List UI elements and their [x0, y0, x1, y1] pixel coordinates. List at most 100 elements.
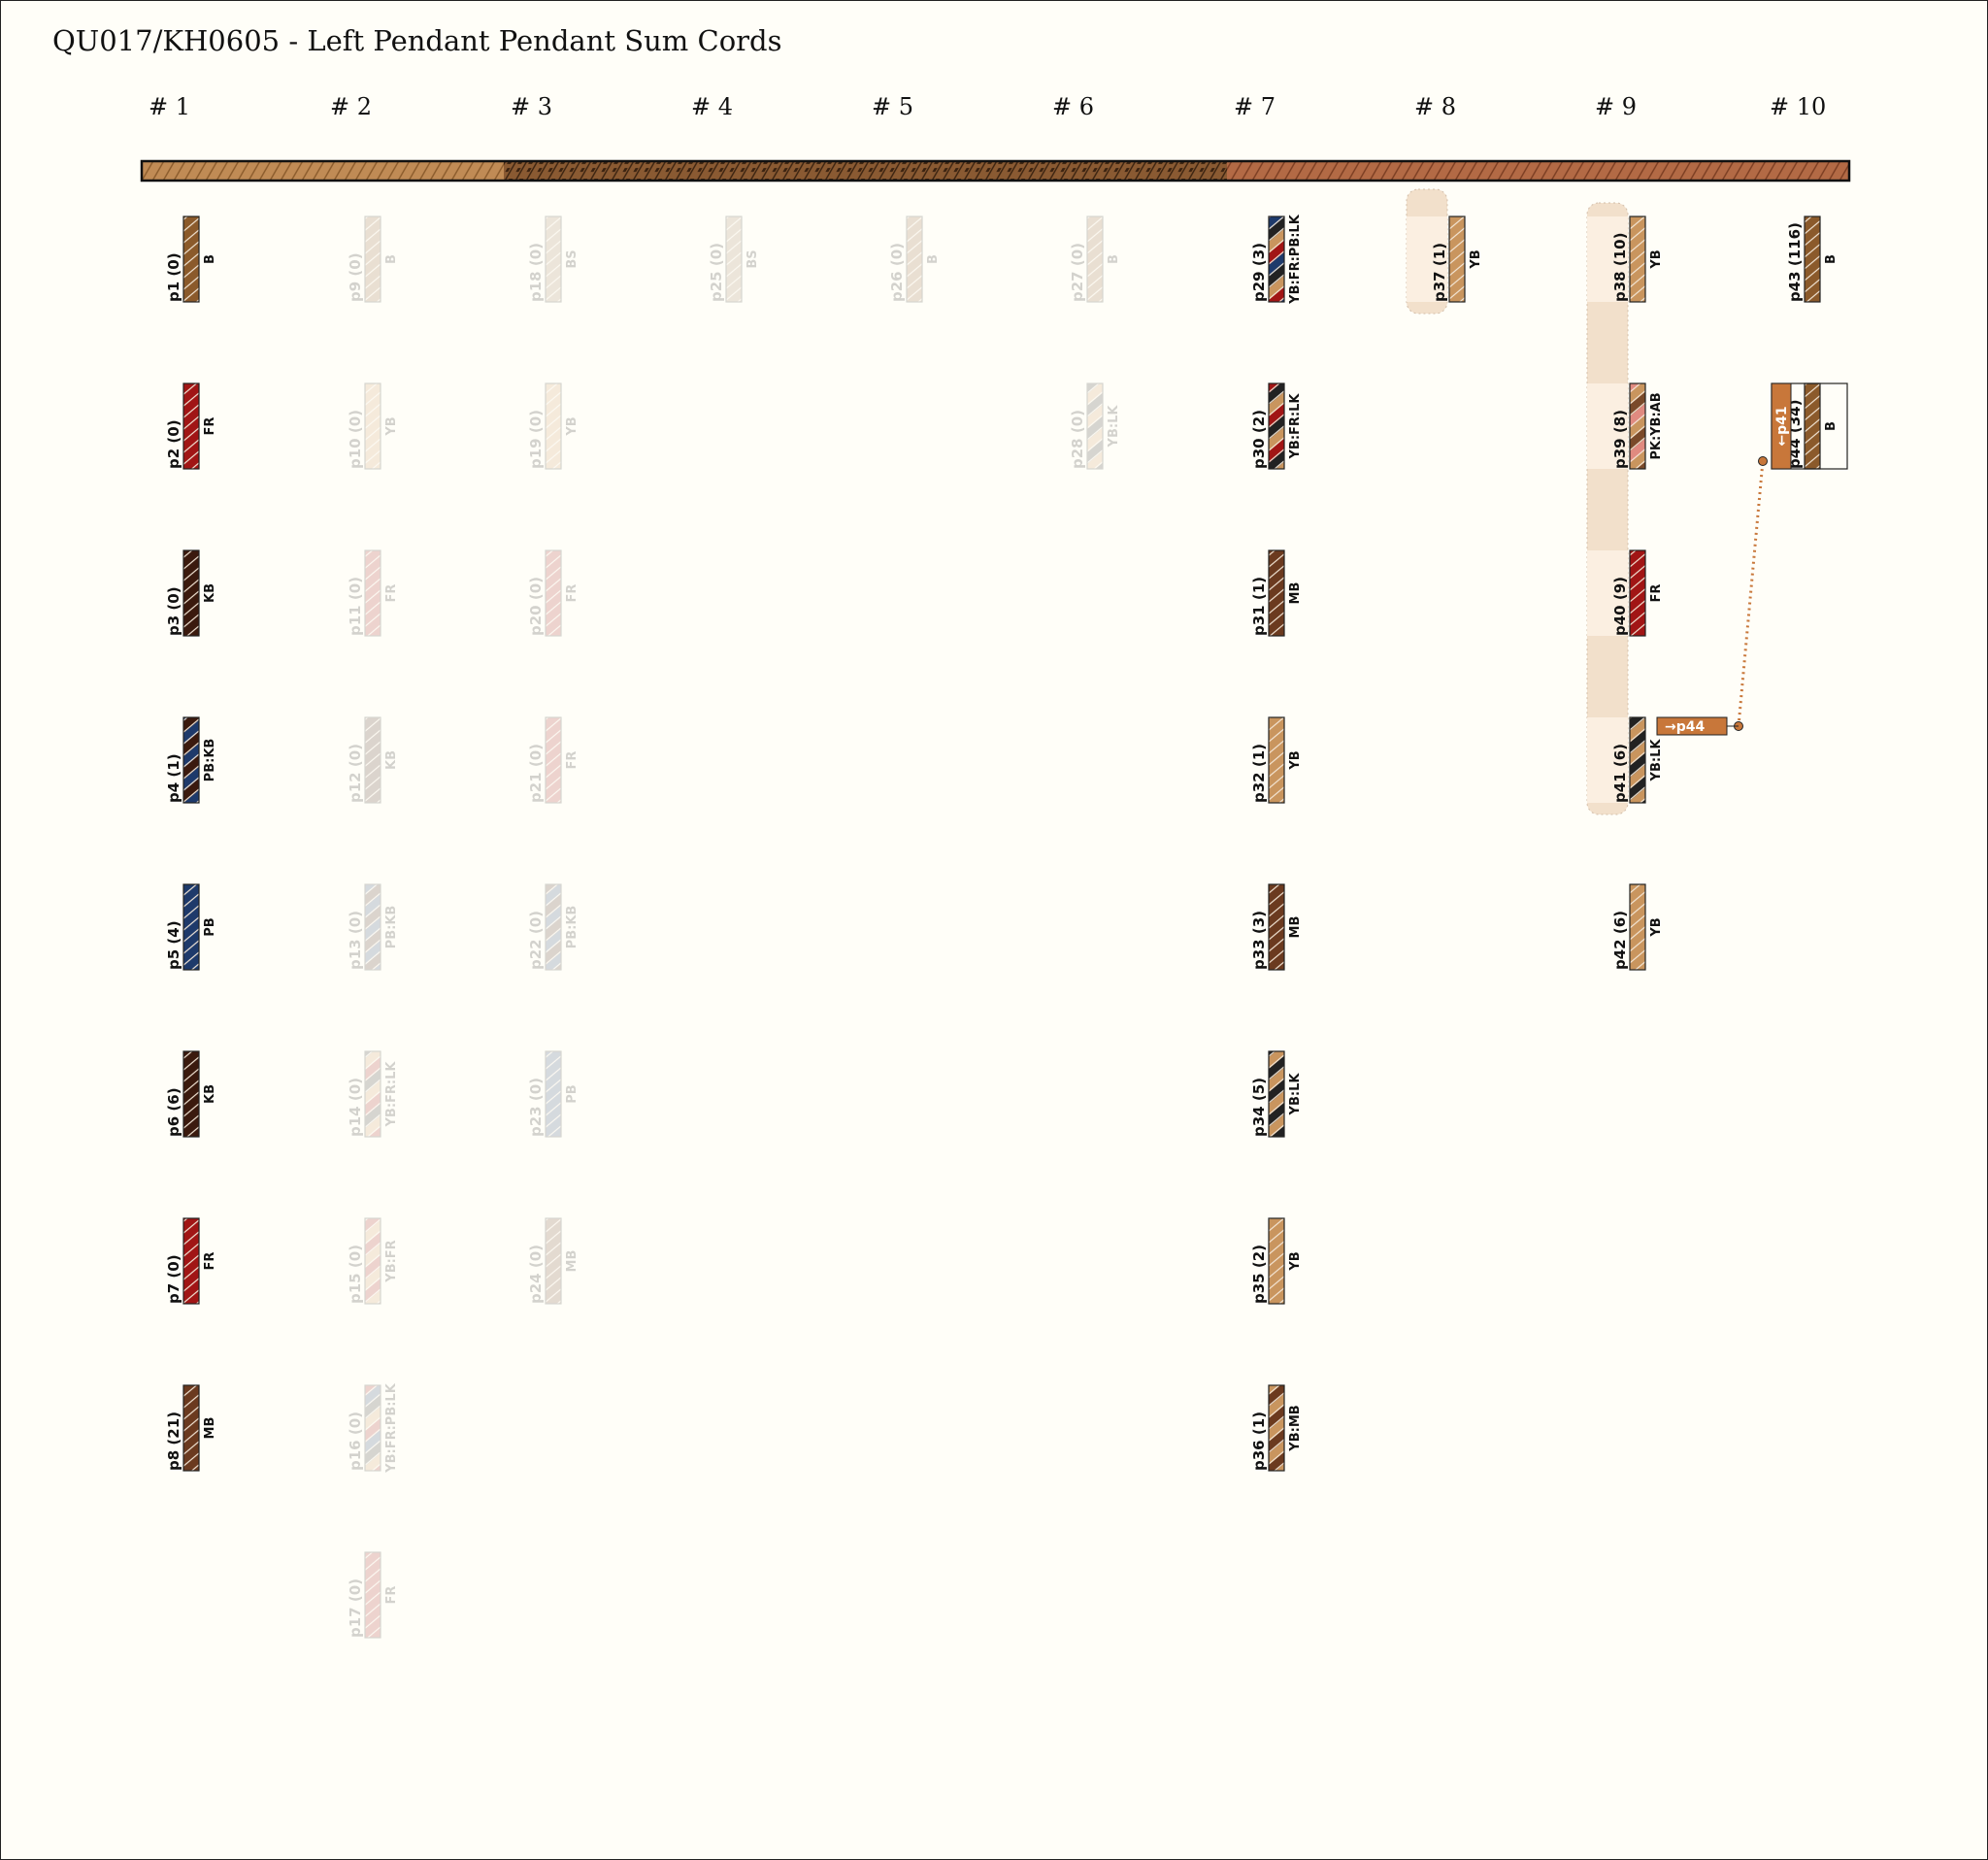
- pendant-cord[interactable]: p18 (0) BS: [527, 216, 580, 303]
- cord-id-label: p10 (0): [347, 410, 364, 469]
- cord-id-label: p38 (10): [1611, 233, 1629, 302]
- sum-links: →p44 ←p41: [1656, 382, 1792, 736]
- pendant-cord[interactable]: p43 (116) B: [1786, 216, 1839, 303]
- cord-color-label: YB:MB: [1288, 1405, 1303, 1451]
- cord-color-label: FR: [384, 1586, 399, 1605]
- cord-color-label: PB:KB: [384, 906, 399, 949]
- cord-swatch: [545, 1050, 562, 1138]
- cord-swatch: [1629, 549, 1646, 637]
- pendant-cord[interactable]: p36 (1) YB:MB: [1250, 1384, 1303, 1472]
- pendant-cord[interactable]: p1 (0) B: [165, 216, 217, 303]
- pendant-cord[interactable]: p44 (34) B: [1786, 382, 1839, 470]
- to-p44-label: →p44: [1665, 719, 1705, 735]
- pendant-cord[interactable]: p13 (0) PB:KB: [347, 883, 399, 971]
- cord-swatch: [1268, 716, 1285, 804]
- cord-swatch: [182, 1384, 200, 1472]
- primary-cord-segment: [142, 161, 504, 181]
- cord-id-label: p14 (0): [347, 1078, 364, 1137]
- pendant-cord[interactable]: p26 (0) B: [888, 216, 941, 303]
- cord-swatch: [364, 1050, 381, 1138]
- pendant-cord[interactable]: p25 (0) BS: [708, 216, 760, 303]
- cord-id-label: p36 (1): [1250, 1412, 1268, 1471]
- pendant-cord[interactable]: p32 (1) YB: [1250, 716, 1303, 804]
- pendant-cord[interactable]: p8 (21) MB: [165, 1384, 217, 1472]
- cord-swatch: [182, 382, 200, 470]
- pendant-cord[interactable]: p20 (0) FR: [527, 549, 580, 637]
- cord-color-label: B: [926, 254, 941, 264]
- cord-id-label: p27 (0): [1069, 243, 1086, 302]
- pendant-cord[interactable]: p2 (0) FR: [165, 382, 217, 470]
- cord-color-label: PB:KB: [565, 906, 580, 949]
- pendant-cord[interactable]: p5 (4) PB: [165, 883, 217, 971]
- pendant-cord[interactable]: p29 (3) YB:FR:PB:LK: [1250, 214, 1303, 305]
- cord-id-label: p40 (9): [1611, 577, 1629, 636]
- pendant-cord[interactable]: p27 (0) B: [1069, 216, 1121, 303]
- cord-swatch: [364, 1551, 381, 1639]
- cord-color-label: MB: [203, 1417, 217, 1440]
- cord-id-label: p17 (0): [347, 1578, 364, 1638]
- cord-color-label: B: [384, 254, 399, 264]
- column-label: # 10: [1770, 93, 1826, 120]
- pendant-cord[interactable]: p34 (5) YB:LK: [1250, 1050, 1303, 1138]
- cord-id-label: p34 (5): [1250, 1078, 1268, 1137]
- pendant-cord[interactable]: p16 (0) YB:FR:PB:LK: [347, 1382, 399, 1474]
- pendant-cord[interactable]: p35 (2) YB: [1250, 1217, 1303, 1305]
- pendant-cord[interactable]: p17 (0) FR: [347, 1551, 399, 1639]
- cord-color-label: FR: [565, 751, 580, 770]
- cord-id-label: p8 (21): [165, 1412, 182, 1471]
- pendant-cord[interactable]: p31 (1) MB: [1250, 549, 1303, 637]
- cord-color-label: YB:LK: [1649, 739, 1664, 782]
- pendant-cord[interactable]: p30 (2) YB:FR:LK: [1250, 382, 1303, 470]
- pendant-cord[interactable]: p21 (0) FR: [527, 716, 580, 804]
- cord-swatch: [1268, 216, 1285, 303]
- pendant-cord[interactable]: p22 (0) PB:KB: [527, 883, 580, 971]
- pendant-cord[interactable]: p33 (3) MB: [1250, 883, 1303, 971]
- cord-color-label: YB:FR:PB:LK: [1288, 214, 1303, 305]
- cord-swatch: [1268, 1217, 1285, 1305]
- cord-color-label: KB: [203, 1084, 217, 1104]
- pendant-cord[interactable]: p42 (6) YB: [1611, 883, 1664, 971]
- cord-id-label: p19 (0): [527, 410, 545, 469]
- pendant-cord[interactable]: p10 (0) YB: [347, 382, 399, 470]
- cord-color-label: FR: [203, 417, 217, 436]
- cord-color-label: FR: [203, 1252, 217, 1271]
- column-label: # 4: [691, 93, 733, 120]
- column-label: # 7: [1234, 93, 1276, 120]
- pendant-cord[interactable]: p3 (0) KB: [165, 549, 217, 637]
- cord-swatch: [182, 549, 200, 637]
- cord-id-label: p42 (6): [1611, 911, 1629, 970]
- pendant-cord[interactable]: p28 (0) YB:LK: [1069, 382, 1121, 470]
- pendant-cord[interactable]: p9 (0) B: [347, 216, 399, 303]
- cord-swatch: [364, 1384, 381, 1472]
- cord-swatch: [182, 883, 200, 971]
- cord-swatch: [1448, 216, 1466, 303]
- pendant-cord[interactable]: p14 (0) YB:FR:LK: [347, 1050, 399, 1138]
- pendant-cord[interactable]: p15 (0) YB:FR: [347, 1217, 399, 1305]
- pendant-cord[interactable]: p12 (0) KB: [347, 716, 399, 804]
- pendant-cord[interactable]: p7 (0) FR: [165, 1217, 217, 1305]
- pendant-cord[interactable]: p23 (0) PB: [527, 1050, 580, 1138]
- column-label: # 5: [872, 93, 913, 120]
- pendant-cord[interactable]: p11 (0) FR: [347, 549, 399, 637]
- cord-swatch: [1086, 382, 1104, 470]
- cord-color-label: YB:LK: [1107, 405, 1121, 448]
- pendant-cord[interactable]: p6 (6) KB: [165, 1050, 217, 1138]
- cord-color-label: B: [1824, 254, 1839, 264]
- cord-color-label: YB:FR:PB:LK: [384, 1382, 399, 1474]
- cord-id-label: p2 (0): [165, 419, 182, 469]
- cord-color-label: YB:FR:LK: [1288, 393, 1303, 460]
- cord-swatch: [725, 216, 743, 303]
- cord-swatch: [1268, 382, 1285, 470]
- cord-id-label: p21 (0): [527, 744, 545, 803]
- cord-id-label: p1 (0): [165, 252, 182, 302]
- cord-swatch: [182, 1050, 200, 1138]
- column-label: # 1: [149, 93, 190, 120]
- pendant-cord[interactable]: p24 (0) MB: [527, 1217, 580, 1305]
- pendant-cord[interactable]: p4 (1) PB:KB: [165, 716, 217, 804]
- cord-swatch: [364, 716, 381, 804]
- cord-id-label: p43 (116): [1786, 222, 1804, 302]
- cord-id-label: p31 (1): [1250, 577, 1268, 636]
- cord-color-label: PK:YB:AB: [1649, 392, 1664, 459]
- pendant-cord[interactable]: p19 (0) YB: [527, 382, 580, 470]
- cord-swatch: [545, 883, 562, 971]
